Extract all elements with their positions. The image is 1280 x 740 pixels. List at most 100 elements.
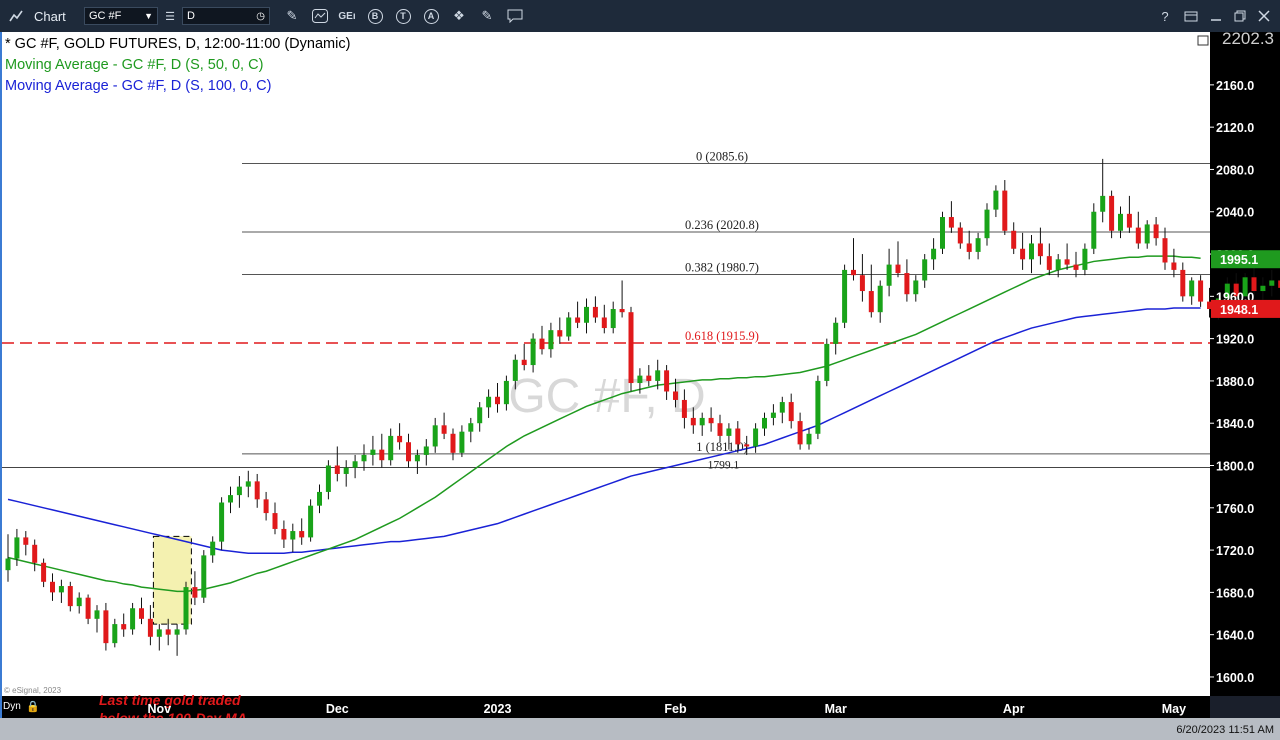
indicator-icon[interactable] <box>310 6 330 26</box>
y-tick-label: 1920.0 <box>1216 333 1254 347</box>
fib-label-1: 0.236 (2020.8) <box>685 218 759 232</box>
candle <box>308 499 314 542</box>
candle-body <box>1064 259 1070 265</box>
help-icon[interactable]: ? <box>1155 6 1175 26</box>
candle-body <box>334 465 340 474</box>
candle-body <box>1011 230 1017 249</box>
candle-body <box>708 417 714 424</box>
esignal-credit: © eSignal, 2023 <box>4 686 62 695</box>
print-icon[interactable] <box>1181 6 1201 26</box>
x-tick-label: Mar <box>825 702 847 716</box>
candle-body <box>1260 285 1266 292</box>
candle-body <box>245 481 251 487</box>
candle <box>842 264 848 329</box>
y-tick-label: 1880.0 <box>1216 375 1254 389</box>
get-icon[interactable]: GEı <box>337 6 357 26</box>
candle-body <box>450 433 456 453</box>
candle-body <box>50 581 55 593</box>
minimize-icon[interactable] <box>1206 6 1226 26</box>
candle-body <box>628 312 634 384</box>
y-tick-label: 1640.0 <box>1216 629 1254 643</box>
candle <box>628 306 634 392</box>
candle-body <box>1171 262 1177 270</box>
b-icon[interactable]: B <box>365 6 385 26</box>
candle-body <box>1082 248 1088 270</box>
candle-body <box>5 558 11 571</box>
candle-body <box>441 425 447 434</box>
candle-body <box>744 444 750 447</box>
candle-body <box>575 317 581 323</box>
candle-body <box>58 586 64 593</box>
candle-body <box>388 435 394 461</box>
candle-body <box>210 541 216 556</box>
dyn-label[interactable]: Dyn <box>3 701 21 712</box>
candle-body <box>1251 277 1257 292</box>
x-tick-label: Nov <box>147 702 171 716</box>
edit-icon[interactable]: ✎ <box>477 6 497 26</box>
candle-body <box>432 425 438 447</box>
y-tick-label: 2080.0 <box>1216 163 1254 177</box>
candle-body <box>1180 269 1186 297</box>
symbol-input[interactable]: GC #F ▼ <box>84 7 158 25</box>
candle-body <box>67 586 73 607</box>
candle-body <box>147 618 153 637</box>
close-icon[interactable] <box>1254 6 1274 26</box>
x-tick-label: 2023 <box>484 702 512 716</box>
candle-body <box>1118 213 1123 231</box>
candle-body <box>370 449 376 455</box>
candle-body <box>948 217 954 228</box>
t-icon-label: T <box>395 8 411 24</box>
candle-body <box>317 491 322 506</box>
x-tick-label: Dec <box>326 702 349 716</box>
a-icon[interactable]: A <box>421 6 441 26</box>
interval-input[interactable]: D ◷ <box>182 7 270 25</box>
candle <box>815 375 821 440</box>
candle-body <box>1189 280 1195 297</box>
x-tick-label: May <box>1162 702 1186 716</box>
candle-body <box>201 555 207 598</box>
status-datetime: 6/20/2023 11:51 AM <box>1176 724 1274 736</box>
comment-icon[interactable] <box>505 6 525 26</box>
chevron-down-icon[interactable]: ▼ <box>144 11 153 21</box>
candle-body <box>228 495 233 503</box>
restore-icon[interactable] <box>1230 6 1250 26</box>
t-icon[interactable]: T <box>393 6 413 26</box>
candle-body <box>1029 243 1034 260</box>
legend-ma100[interactable]: Moving Average - GC #F, D (S, 100, 0, C) <box>5 78 271 94</box>
candle-body <box>842 269 848 323</box>
candle <box>183 581 189 635</box>
candle-body <box>548 330 554 350</box>
shapes-icon[interactable]: ❖ <box>449 6 469 26</box>
candle-body <box>1055 259 1061 270</box>
candle-body <box>619 309 625 313</box>
candle-body <box>975 238 981 252</box>
candle-body <box>183 587 189 630</box>
y-tick-label: 1760.0 <box>1216 502 1254 516</box>
candle-body <box>851 269 856 276</box>
list-icon[interactable]: ☰ <box>160 6 180 26</box>
legend-ma50[interactable]: Moving Average - GC #F, D (S, 50, 0, C) <box>5 57 263 73</box>
candle-body <box>735 428 741 445</box>
pencil-icon[interactable]: ✎ <box>282 6 302 26</box>
y-tick-label: 1600.0 <box>1216 671 1254 685</box>
candle-body <box>495 396 500 405</box>
candle-body <box>94 610 100 619</box>
candle-body <box>165 629 171 635</box>
interval-clock-icon[interactable]: ◷ <box>256 11 265 22</box>
candle-body <box>503 380 509 405</box>
candle-body <box>477 407 483 424</box>
lock-icon[interactable]: 🔒 <box>26 700 40 713</box>
candle-body <box>103 610 109 644</box>
candle-body <box>512 359 518 381</box>
candle-body <box>290 531 296 540</box>
candle <box>940 211 945 255</box>
candle-body <box>931 248 937 260</box>
candle-body <box>922 259 928 281</box>
status-bar: 6/20/2023 11:51 AM <box>0 718 1280 740</box>
y-tick-label: 1800.0 <box>1216 460 1254 474</box>
chart-plot[interactable]: GC #F, D0 (2085.6)0.236 (2020.8)0.382 (1… <box>2 32 1280 718</box>
candle-body <box>779 402 785 413</box>
app-label: Chart <box>34 8 66 24</box>
y-tick-label: 1840.0 <box>1216 417 1254 431</box>
candle-body <box>352 461 358 468</box>
